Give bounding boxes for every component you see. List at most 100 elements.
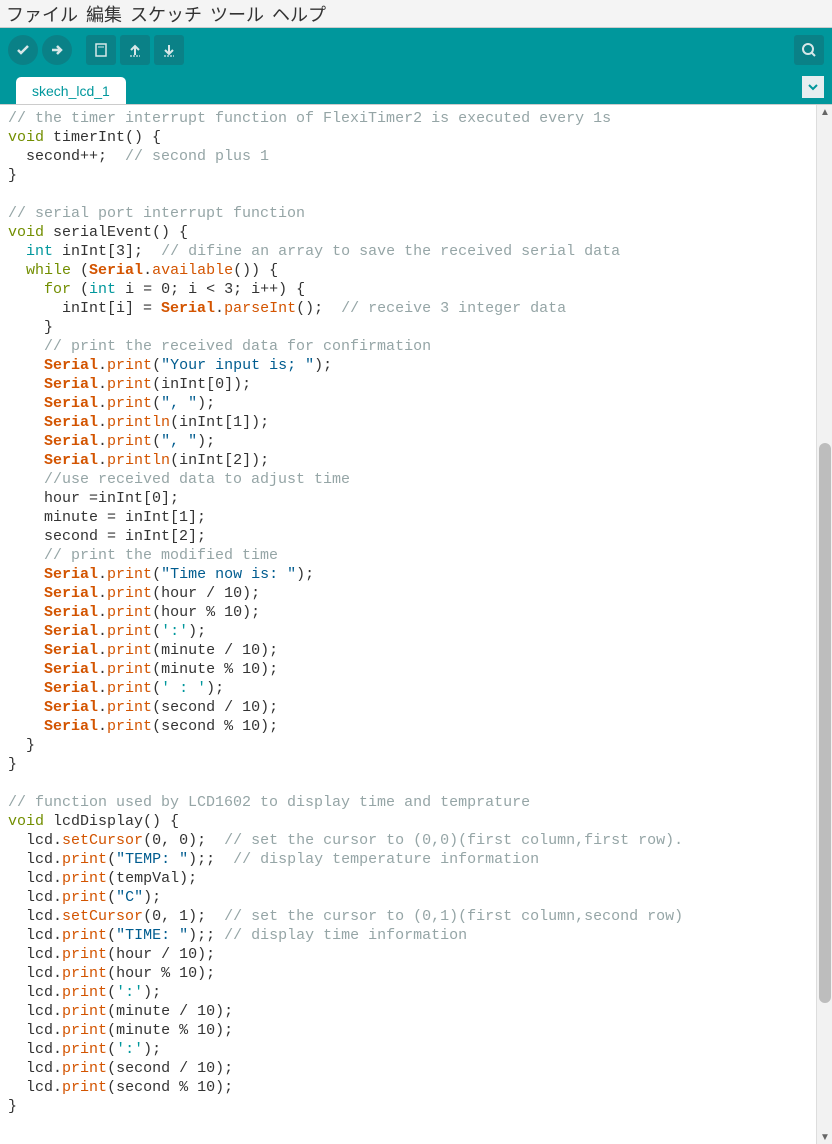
code-text: (hour / 10); <box>152 585 260 602</box>
code-text: . <box>53 984 62 1001</box>
code-text: } <box>8 319 53 336</box>
code-text: ( <box>107 889 116 906</box>
code-text: i = 0; i < 3; i++) { <box>116 281 305 298</box>
code-text: print <box>62 1079 107 1096</box>
code-text: ( <box>107 1041 116 1058</box>
code-text: ':' <box>116 1041 143 1058</box>
code-text <box>8 965 26 982</box>
code-text: // serial port interrupt function <box>8 205 305 222</box>
menu-sketch[interactable]: スケッチ <box>130 1 202 27</box>
scroll-thumb[interactable] <box>819 443 831 1003</box>
code-text: . <box>98 566 107 583</box>
code-text <box>8 585 44 602</box>
code-text: ()) { <box>233 262 278 279</box>
code-text: . <box>53 832 62 849</box>
code-text: (second % 10); <box>152 718 278 735</box>
code-text: . <box>98 604 107 621</box>
code-text: ':' <box>161 623 188 640</box>
code-text: (inInt[1]); <box>170 414 269 431</box>
code-text: ( <box>152 680 161 697</box>
code-text: print <box>107 699 152 716</box>
code-text: . <box>98 661 107 678</box>
chevron-down-icon <box>808 82 818 92</box>
code-text: print <box>107 395 152 412</box>
code-text: ", " <box>161 395 197 412</box>
code-text: . <box>53 1079 62 1096</box>
code-text: Serial <box>44 433 98 450</box>
code-text: timerInt() { <box>44 129 161 146</box>
menu-tools[interactable]: ツール <box>210 1 264 27</box>
code-text: ); <box>143 1041 161 1058</box>
code-text: } <box>8 756 17 773</box>
code-text: (inInt[0]); <box>152 376 251 393</box>
code-text: setCursor <box>62 832 143 849</box>
code-text: print <box>62 1022 107 1039</box>
arrow-up-icon <box>127 42 143 58</box>
code-text: (hour % 10); <box>152 604 260 621</box>
code-text: print <box>107 604 152 621</box>
code-text: // set the cursor to (0,1)(first column,… <box>224 908 683 925</box>
code-text: "Time now is: " <box>161 566 296 583</box>
code-text: Serial <box>44 376 98 393</box>
code-text: serialEvent() { <box>44 224 188 241</box>
code-text: inInt[3]; <box>53 243 161 260</box>
code-text: println <box>107 452 170 469</box>
code-text: void <box>8 813 44 830</box>
code-text: // print the modified time <box>8 547 278 564</box>
code-text: ", " <box>161 433 197 450</box>
scroll-down-button[interactable]: ▼ <box>817 1130 832 1144</box>
code-text: ( <box>152 566 161 583</box>
open-button[interactable] <box>120 35 150 65</box>
code-text: (second % 10); <box>107 1079 233 1096</box>
code-text: . <box>98 414 107 431</box>
save-button[interactable] <box>154 35 184 65</box>
code-text: (); <box>296 300 341 317</box>
menu-edit[interactable]: 編集 <box>86 1 122 27</box>
code-editor[interactable]: // the timer interrupt function of Flexi… <box>0 105 816 1144</box>
code-text: (inInt[2]); <box>170 452 269 469</box>
check-icon <box>15 42 31 58</box>
code-text: . <box>98 376 107 393</box>
scroll-up-button[interactable]: ▲ <box>817 105 832 119</box>
code-text: print <box>62 1041 107 1058</box>
code-text: ); <box>188 851 206 868</box>
serial-monitor-button[interactable] <box>794 35 824 65</box>
code-text: Serial <box>44 623 98 640</box>
code-text: . <box>98 680 107 697</box>
code-text: int <box>26 243 53 260</box>
code-text: ; <box>206 851 233 868</box>
code-text: hour =inInt[0]; <box>8 490 179 507</box>
code-text <box>8 1060 26 1077</box>
editor-area: // the timer interrupt function of Flexi… <box>0 104 832 1144</box>
menu-file[interactable]: ファイル <box>6 1 78 27</box>
code-text: //use received data to adjust time <box>8 471 350 488</box>
code-text: // the timer interrupt function of Flexi… <box>8 110 611 127</box>
new-button[interactable] <box>86 35 116 65</box>
code-text: lcd <box>26 1079 53 1096</box>
code-text: ( <box>107 851 116 868</box>
code-text: . <box>53 1060 62 1077</box>
code-text: . <box>53 908 62 925</box>
code-text <box>8 889 26 906</box>
code-text: ); <box>296 566 314 583</box>
code-text: lcd <box>26 1003 53 1020</box>
code-text: // display time information <box>224 927 467 944</box>
code-text <box>8 927 26 944</box>
code-text: } <box>8 1098 17 1115</box>
menu-help[interactable]: ヘルプ <box>272 1 326 27</box>
code-text <box>8 984 26 1001</box>
verify-button[interactable] <box>8 35 38 65</box>
code-text: print <box>107 566 152 583</box>
upload-button[interactable] <box>42 35 72 65</box>
tab-sketch[interactable]: skech_lcd_1 <box>16 77 126 104</box>
code-text: lcd <box>26 946 53 963</box>
code-text: Serial <box>44 718 98 735</box>
code-text: print <box>107 642 152 659</box>
vertical-scrollbar[interactable]: ▲ ▼ <box>816 105 832 1144</box>
code-text: print <box>107 718 152 735</box>
code-text <box>8 357 44 374</box>
code-text: while <box>26 262 71 279</box>
arrow-down-icon <box>161 42 177 58</box>
tab-menu-button[interactable] <box>802 76 824 98</box>
code-text: lcd <box>26 1060 53 1077</box>
